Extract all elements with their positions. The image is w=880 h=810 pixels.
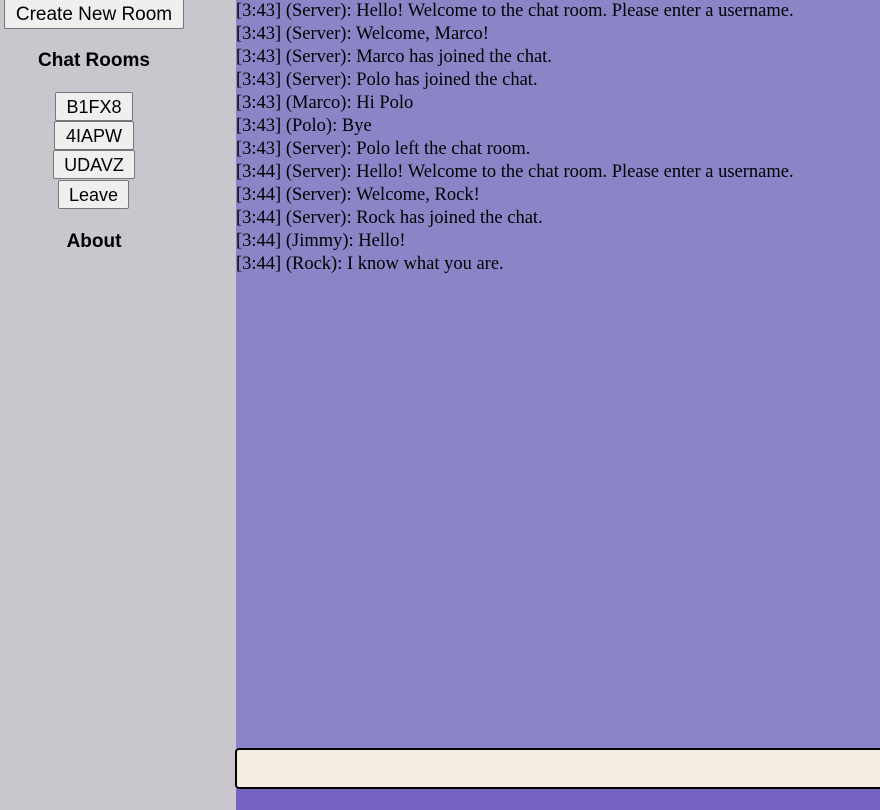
chat-message: [3:44] (Rock): I know what you are.: [236, 254, 504, 274]
room-button-4iapw[interactable]: 4IAPW: [54, 121, 134, 150]
chat-message: [3:43] (Server): Hello! Welcome to the c…: [236, 1, 794, 21]
chat-message: [3:43] (Server): Marco has joined the ch…: [236, 47, 552, 67]
chat-message: [3:44] (Server): Rock has joined the cha…: [236, 208, 543, 228]
sidebar: Create New Room Chat Rooms B1FX8 4IAPW U…: [0, 0, 236, 810]
leave-button[interactable]: Leave: [58, 180, 129, 209]
room-button-udavz[interactable]: UDAVZ: [53, 150, 135, 179]
bottom-bar: [236, 789, 880, 810]
create-new-room-button[interactable]: Create New Room: [4, 0, 184, 29]
message-list: [3:43] (Server): Hello! Welcome to the c…: [236, 0, 880, 276]
chat-rooms-heading: Chat Rooms: [38, 50, 150, 71]
chat-message: [3:44] (Jimmy): Hello!: [236, 231, 406, 251]
about-link[interactable]: About: [0, 232, 188, 251]
chat-message: [3:43] (Server): Welcome, Marco!: [236, 24, 489, 44]
chat-message: [3:43] (Server): Polo has joined the cha…: [236, 70, 538, 90]
message-input[interactable]: [237, 750, 880, 787]
chat-messages-panel[interactable]: [3:43] (Server): Hello! Welcome to the c…: [236, 0, 880, 748]
chat-message: [3:43] (Server): Polo left the chat room…: [236, 139, 531, 159]
chat-message: [3:43] (Marco): Hi Polo: [236, 93, 414, 113]
room-button-b1fx8[interactable]: B1FX8: [55, 92, 133, 121]
chat-message: [3:44] (Server): Hello! Welcome to the c…: [236, 162, 794, 182]
message-input-container: [235, 748, 880, 789]
chat-message: [3:43] (Polo): Bye: [236, 116, 372, 136]
chat-message: [3:44] (Server): Welcome, Rock!: [236, 185, 480, 205]
